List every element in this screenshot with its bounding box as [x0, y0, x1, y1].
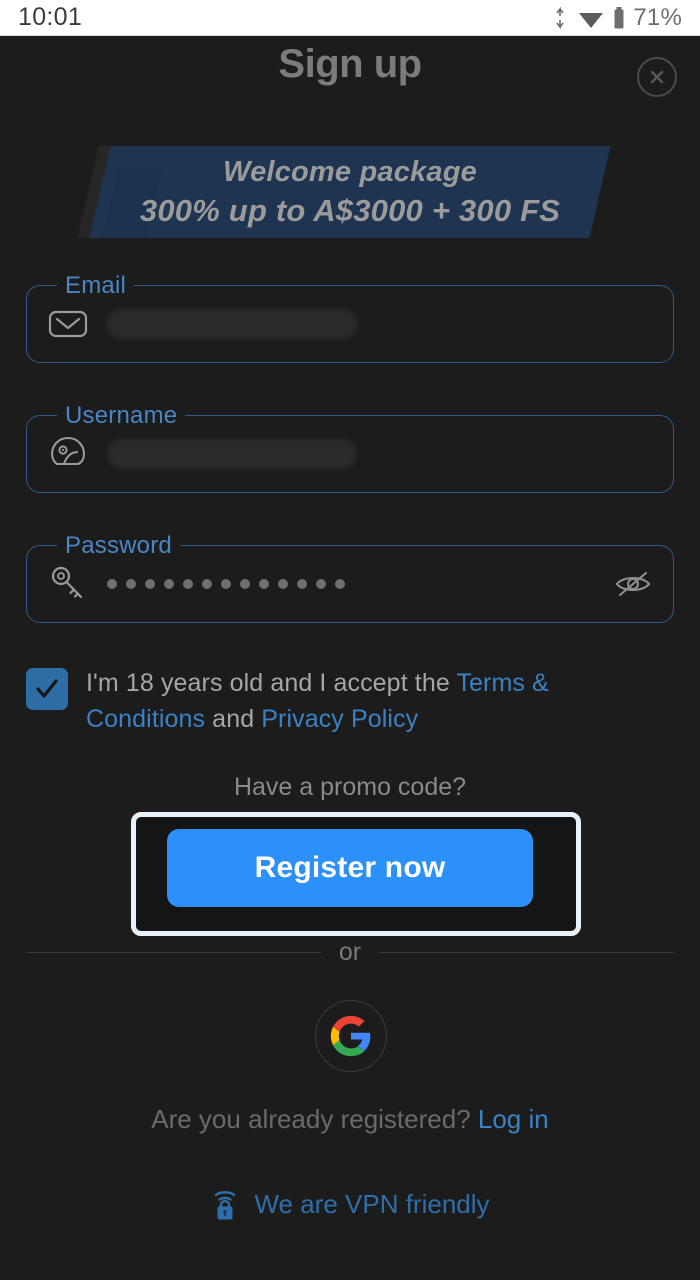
data-transfer-icon	[556, 6, 570, 29]
divider-label: or	[338, 938, 362, 966]
username-field[interactable]: Username	[26, 402, 674, 493]
terms-acceptance-row: I'm 18 years old and I accept the Terms …	[26, 666, 666, 737]
signup-screen: 10:01 71% Sign up Welcome package 300% u…	[0, 0, 700, 1280]
terms-text-before: I'm 18 years old and I accept the	[86, 669, 457, 697]
vpn-friendly-row[interactable]: We are VPN friendly	[0, 1186, 700, 1222]
age-terms-checkbox[interactable]	[26, 668, 68, 710]
key-icon	[45, 561, 91, 607]
password-visibility-toggle[interactable]	[611, 562, 655, 606]
google-signin-button[interactable]	[315, 1000, 387, 1072]
password-field-label: Password	[57, 532, 180, 560]
terms-text-middle: and	[205, 704, 262, 733]
register-now-button[interactable]: Register now	[167, 829, 533, 907]
or-divider: or	[26, 938, 675, 967]
google-g-icon	[330, 1015, 371, 1057]
vpn-lock-icon	[210, 1186, 240, 1222]
username-field-label: Username	[57, 402, 186, 430]
email-input-value[interactable]	[107, 309, 357, 339]
username-input-value[interactable]	[107, 439, 357, 469]
check-icon	[36, 679, 58, 698]
email-field-label: Email	[57, 272, 135, 300]
log-in-link[interactable]: Log in	[478, 1104, 549, 1134]
email-field[interactable]: Email	[26, 272, 674, 363]
terms-text: I'm 18 years old and I accept the Terms …	[86, 666, 666, 737]
close-button[interactable]	[637, 57, 677, 97]
divider-line-left	[26, 952, 321, 953]
envelope-icon	[45, 301, 91, 347]
header: Sign up	[0, 36, 700, 122]
eye-off-icon	[615, 571, 651, 597]
banner-line-1: Welcome package	[223, 156, 477, 188]
vpn-friendly-label: We are VPN friendly	[254, 1188, 490, 1219]
helmet-icon	[45, 431, 91, 477]
battery-percent: 71%	[633, 3, 682, 31]
battery-icon	[612, 6, 626, 30]
status-time: 10:01	[18, 3, 83, 31]
password-field[interactable]: Password	[26, 532, 674, 623]
close-icon	[650, 70, 664, 84]
login-prompt-text: Are you already registered?	[151, 1104, 471, 1134]
status-indicators: 71%	[556, 4, 682, 32]
login-prompt-row: Are you already registered? Log in	[0, 1104, 700, 1135]
status-bar: 10:01 71%	[0, 0, 700, 36]
privacy-policy-link[interactable]: Privacy Policy	[261, 705, 418, 733]
banner-text: Welcome package 300% up to A$3000 + 300 …	[0, 154, 700, 231]
welcome-package-banner: Welcome package 300% up to A$3000 + 300 …	[0, 146, 700, 238]
promo-code-link[interactable]: Have a promo code?	[0, 773, 700, 802]
page-title: Sign up	[278, 42, 422, 86]
divider-line-right	[379, 952, 675, 953]
password-input-value[interactable]	[107, 579, 345, 589]
banner-line-2: 300% up to A$3000 + 300 FS	[139, 193, 561, 229]
wifi-icon	[577, 7, 605, 29]
